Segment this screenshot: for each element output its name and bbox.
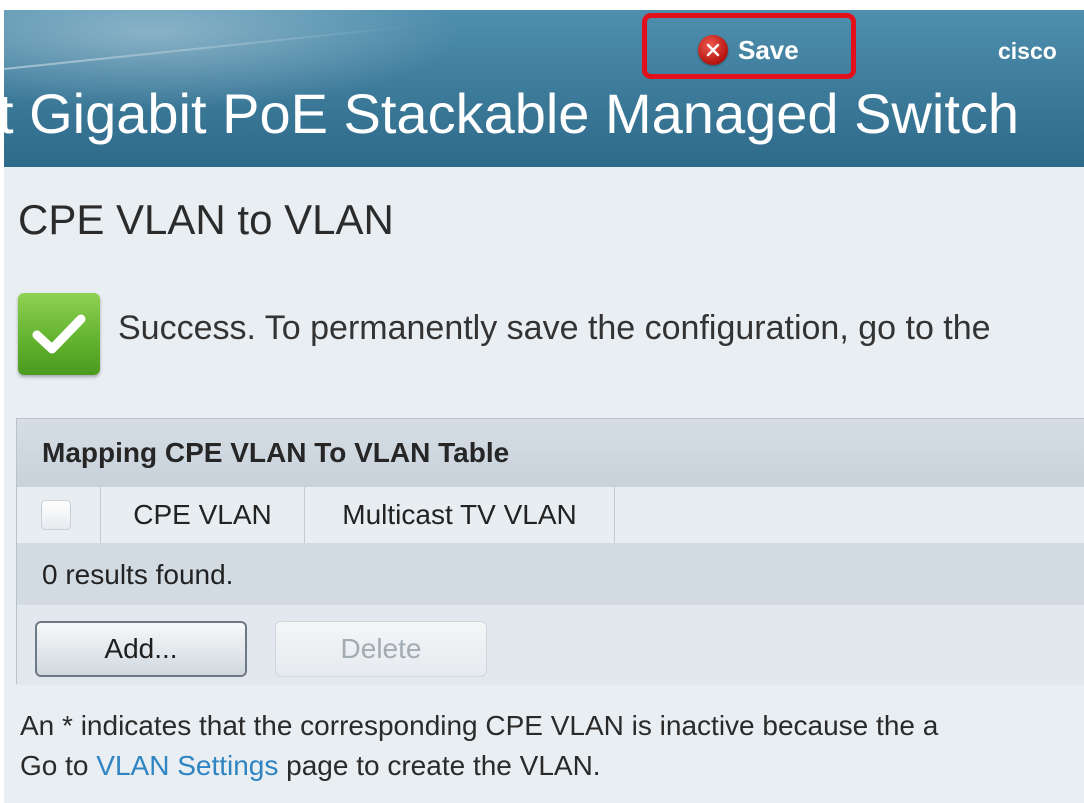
footnote-suffix: page to create the VLAN. (278, 750, 601, 781)
results-row: 0 results found. (17, 543, 1084, 606)
footnote-line-2: Go to VLAN Settings page to create the V… (20, 746, 938, 786)
add-button[interactable]: Add... (35, 621, 247, 677)
checkmark-icon (18, 293, 100, 375)
table-title: Mapping CPE VLAN To VLAN Table (17, 419, 1084, 488)
save-button[interactable]: Save (698, 30, 799, 70)
page-title: CPE VLAN to VLAN (18, 196, 394, 243)
status-text: Success. To permanently save the configu… (118, 309, 991, 347)
header-banner: Save cisco t Gigabit PoE Stackable Manag… (4, 10, 1084, 167)
product-title: t Gigabit PoE Stackable Managed Switch (4, 82, 1020, 145)
column-header-multicast-tv-vlan[interactable]: Multicast TV VLAN (305, 487, 615, 543)
table-header-row: CPE VLAN Multicast TV VLAN (17, 487, 1084, 544)
vlan-settings-link[interactable]: VLAN Settings (96, 750, 278, 781)
status-message: Success. To permanently save the configu… (18, 293, 1084, 375)
mapping-table: Mapping CPE VLAN To VLAN Table CPE VLAN … (16, 418, 1084, 685)
table-actions: Add... Delete (17, 605, 1084, 685)
delete-button[interactable]: Delete (275, 621, 487, 677)
table-title-text: Mapping CPE VLAN To VLAN Table (42, 437, 510, 468)
close-circle-icon (698, 35, 728, 65)
footnote-prefix: Go to (20, 750, 97, 781)
select-all-cell (17, 487, 101, 543)
app-frame: Save cisco t Gigabit PoE Stackable Manag… (4, 10, 1084, 803)
select-all-checkbox[interactable] (41, 500, 71, 530)
save-label: Save (738, 34, 799, 65)
brand-logo: cisco (998, 38, 1057, 64)
column-header-cpe-vlan[interactable]: CPE VLAN (101, 487, 305, 543)
footnote-line-1: An * indicates that the corresponding CP… (20, 710, 939, 741)
footnote: An * indicates that the corresponding CP… (20, 706, 938, 786)
results-count: 0 results found. (42, 559, 234, 590)
